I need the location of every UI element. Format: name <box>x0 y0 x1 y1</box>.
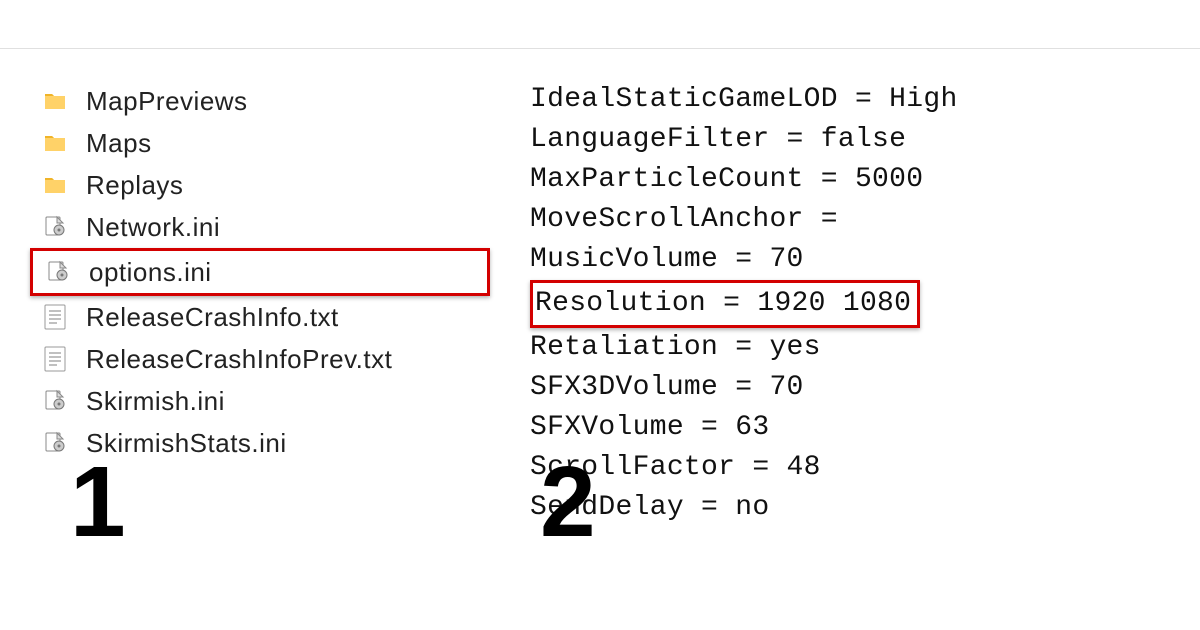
file-row-replays[interactable]: Replays <box>30 164 490 206</box>
config-line[interactable]: LanguageFilter = false <box>530 120 1170 160</box>
ini-file-icon <box>42 388 68 414</box>
config-line-resolution[interactable]: Resolution = 1920 1080 <box>530 280 920 328</box>
txt-file-icon <box>42 346 68 372</box>
config-line[interactable]: SFX3DVolume = 70 <box>530 368 1170 408</box>
folder-icon <box>42 172 68 198</box>
file-name: MapPreviews <box>86 86 248 117</box>
file-name: ReleaseCrashInfo.txt <box>86 302 339 333</box>
main-container: MapPreviews Maps Replays Network.ini opt <box>30 80 1170 528</box>
file-row-options-ini[interactable]: options.ini <box>30 248 490 296</box>
config-line[interactable]: MoveScrollAnchor = <box>530 200 1170 240</box>
file-row-network-ini[interactable]: Network.ini <box>30 206 490 248</box>
file-name: ReleaseCrashInfoPrev.txt <box>86 344 392 375</box>
ini-file-icon <box>42 214 68 240</box>
top-divider <box>0 48 1200 49</box>
ini-file-icon <box>45 259 71 285</box>
config-line[interactable]: MusicVolume = 70 <box>530 240 1170 280</box>
folder-icon <box>42 88 68 114</box>
file-name: options.ini <box>89 257 212 288</box>
file-name: Maps <box>86 128 152 159</box>
file-row-releasecrashinfoprev-txt[interactable]: ReleaseCrashInfoPrev.txt <box>30 338 490 380</box>
file-row-maps[interactable]: Maps <box>30 122 490 164</box>
file-row-skirmish-ini[interactable]: Skirmish.ini <box>30 380 490 422</box>
step-number-1: 1 <box>70 445 126 560</box>
txt-file-icon <box>42 304 68 330</box>
config-line[interactable]: Retaliation = yes <box>530 328 1170 368</box>
file-row-releasecrashinfo-txt[interactable]: ReleaseCrashInfo.txt <box>30 296 490 338</box>
folder-icon <box>42 130 68 156</box>
step-number-2: 2 <box>540 445 596 560</box>
config-line[interactable]: MaxParticleCount = 5000 <box>530 160 1170 200</box>
file-name: Skirmish.ini <box>86 386 225 417</box>
ini-file-icon <box>42 430 68 456</box>
file-name: Network.ini <box>86 212 220 243</box>
config-line[interactable]: IdealStaticGameLOD = High <box>530 80 1170 120</box>
file-row-mappreviews[interactable]: MapPreviews <box>30 80 490 122</box>
config-line[interactable]: ScrollFactor = 48 <box>530 448 1170 488</box>
file-name: Replays <box>86 170 183 201</box>
config-line[interactable]: SFXVolume = 63 <box>530 408 1170 448</box>
config-line[interactable]: SendDelay = no <box>530 488 1170 528</box>
